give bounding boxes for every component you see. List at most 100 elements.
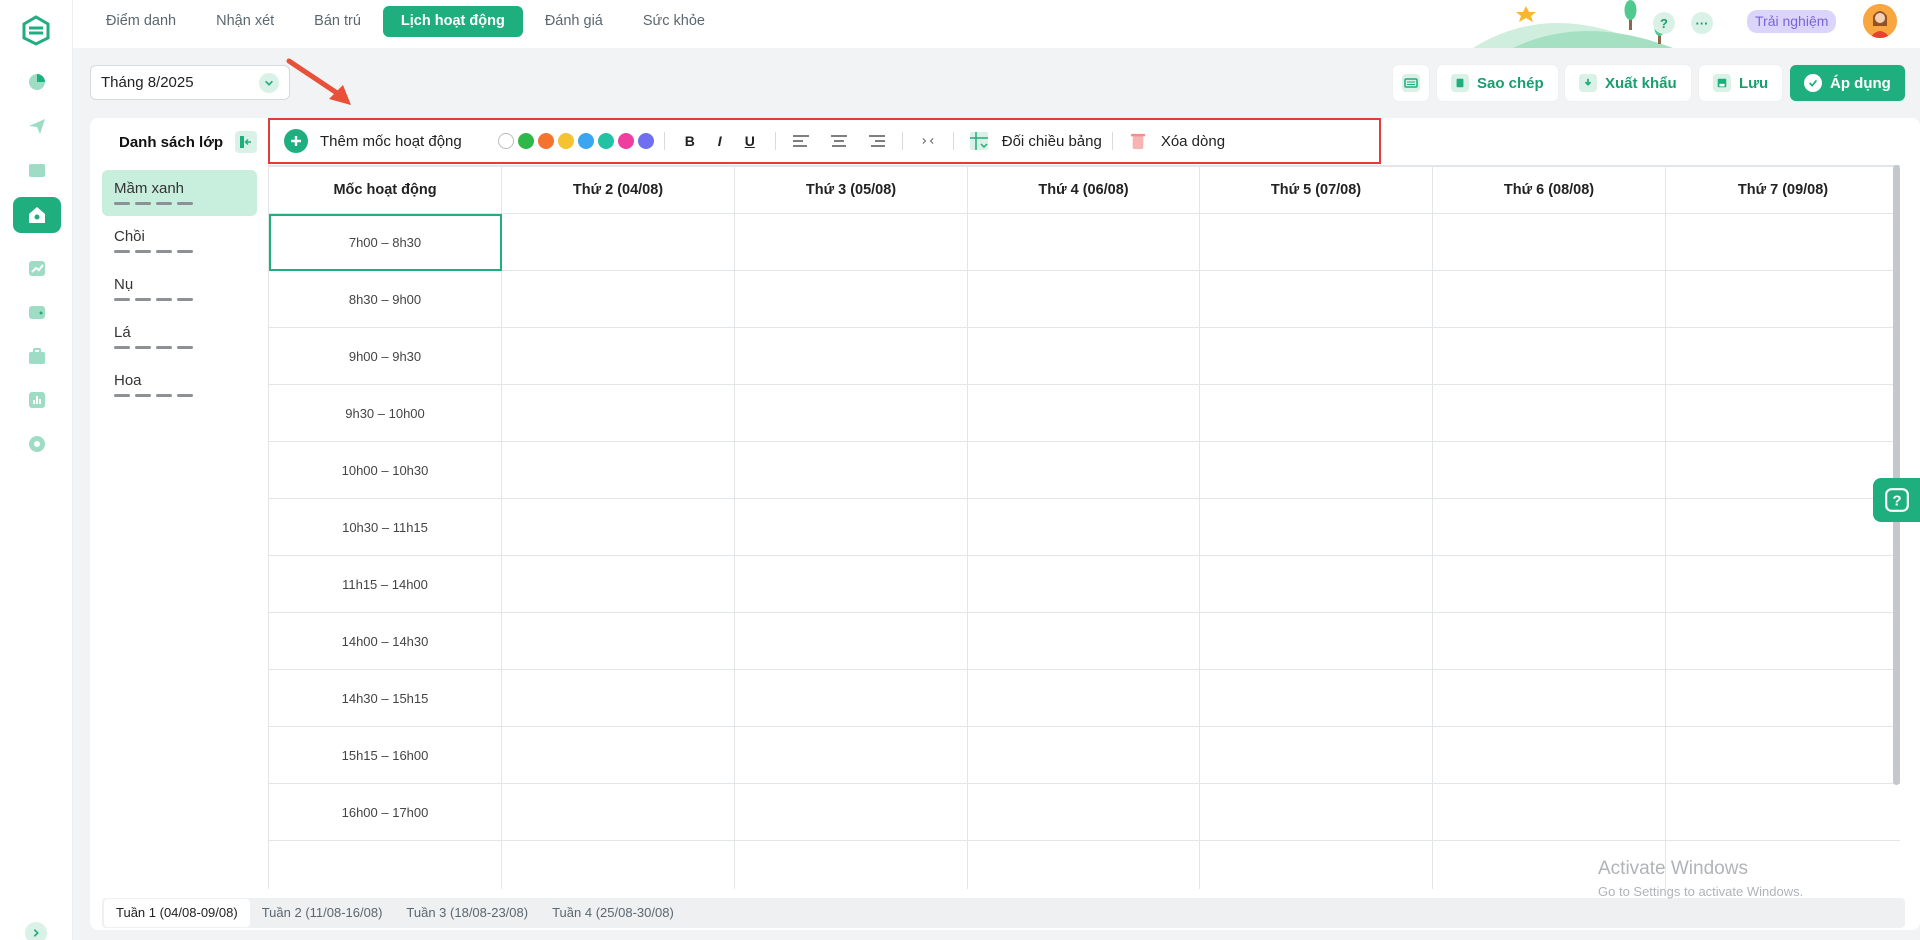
folder-icon[interactable] (13, 152, 61, 188)
time-cell[interactable]: 10h00 – 10h30 (268, 441, 502, 499)
activity-cell[interactable] (501, 840, 735, 889)
avatar[interactable] (1863, 4, 1897, 38)
time-cell[interactable]: 8h30 – 9h00 (268, 270, 502, 328)
chart-trend-icon[interactable] (13, 250, 61, 286)
activity-cell[interactable] (1665, 327, 1900, 385)
activity-cell[interactable] (1665, 384, 1900, 442)
activity-cell[interactable] (967, 384, 1200, 442)
briefcase-icon[interactable] (13, 338, 61, 374)
activity-cell[interactable] (1199, 783, 1433, 841)
vertical-scrollbar[interactable] (1893, 165, 1900, 785)
activity-cell[interactable] (1199, 669, 1433, 727)
activity-cell[interactable] (501, 783, 735, 841)
activity-cell[interactable] (1432, 498, 1666, 556)
color-swatch-blue[interactable] (577, 133, 594, 149)
copy-button[interactable]: Sao chép (1437, 65, 1558, 101)
time-cell[interactable]: 15h15 – 16h00 (268, 726, 502, 784)
tab-nhan-xet[interactable]: Nhận xét (198, 6, 292, 37)
activity-cell[interactable] (734, 441, 968, 499)
activity-cell[interactable] (1665, 726, 1900, 784)
activity-cell[interactable] (967, 270, 1200, 328)
color-swatch-green[interactable] (517, 133, 534, 149)
activity-cell[interactable] (734, 840, 968, 889)
activity-cell[interactable] (501, 327, 735, 385)
time-cell[interactable]: 14h30 – 15h15 (268, 669, 502, 727)
activity-cell[interactable] (1199, 213, 1433, 271)
class-item-la[interactable]: Lá (102, 314, 257, 360)
swap-table-icon[interactable] (966, 128, 992, 154)
bar-chart-icon[interactable] (13, 382, 61, 418)
color-swatch-teal[interactable] (597, 133, 614, 149)
tab-danh-gia[interactable]: Đánh giá (527, 6, 621, 37)
app-logo-icon[interactable] (18, 12, 54, 48)
expand-sidebar-icon[interactable] (25, 922, 47, 940)
activity-cell[interactable] (501, 555, 735, 613)
week-tab[interactable]: Tuần 2 (11/08-16/08) (250, 899, 395, 927)
activity-cell[interactable] (1432, 726, 1666, 784)
activity-cell[interactable] (1665, 270, 1900, 328)
activity-cell[interactable] (1665, 498, 1900, 556)
tab-diem-danh[interactable]: Điểm danh (88, 6, 194, 37)
activity-cell[interactable] (967, 327, 1200, 385)
activity-cell[interactable] (1432, 612, 1666, 670)
activity-cell[interactable] (967, 213, 1200, 271)
time-cell[interactable]: 11h15 – 14h00 (268, 555, 502, 613)
add-activity-icon[interactable] (284, 129, 308, 153)
activity-cell[interactable] (967, 783, 1200, 841)
activity-cell[interactable] (1432, 270, 1666, 328)
time-cell[interactable]: 9h00 – 9h30 (268, 327, 502, 385)
activity-cell[interactable] (501, 726, 735, 784)
activity-cell[interactable] (734, 726, 968, 784)
activity-cell[interactable] (967, 612, 1200, 670)
activity-cell[interactable] (1432, 555, 1666, 613)
activity-cell[interactable] (734, 612, 968, 670)
activity-cell[interactable] (501, 612, 735, 670)
underline-button[interactable]: U (737, 128, 763, 154)
week-tab[interactable]: Tuần 4 (25/08-30/08) (540, 899, 686, 927)
activity-cell[interactable] (1199, 555, 1433, 613)
help-icon[interactable]: ? (1653, 12, 1675, 34)
week-tab[interactable]: Tuần 3 (18/08-23/08) (394, 899, 540, 927)
activity-cell[interactable] (734, 270, 968, 328)
add-activity-button[interactable]: Thêm mốc hoạt động (320, 133, 462, 150)
activity-cell[interactable] (1199, 840, 1433, 889)
swap-table-button[interactable]: Đối chiều bảng (1002, 133, 1102, 150)
class-item-choi[interactable]: Chồi (102, 218, 257, 264)
more-icon[interactable]: ··· (1691, 12, 1713, 34)
activity-cell[interactable] (1432, 783, 1666, 841)
week-tab[interactable]: Tuần 1 (04/08-09/08) (104, 899, 250, 927)
activity-cell[interactable] (967, 498, 1200, 556)
trial-badge[interactable]: Trải nghiệm (1747, 10, 1837, 33)
color-swatch-white[interactable] (497, 133, 514, 149)
collapse-sidebar-icon[interactable] (235, 131, 257, 153)
activity-cell[interactable] (1199, 327, 1433, 385)
month-select[interactable]: Tháng 8/2025 (90, 65, 290, 100)
activity-cell[interactable] (501, 441, 735, 499)
activity-cell[interactable] (501, 498, 735, 556)
time-cell[interactable]: 14h00 – 14h30 (268, 612, 502, 670)
activity-cell[interactable] (1432, 327, 1666, 385)
time-cell[interactable]: 16h00 – 17h00 (268, 783, 502, 841)
class-item-nu[interactable]: Nụ (102, 266, 257, 312)
activity-cell[interactable] (1665, 783, 1900, 841)
italic-button[interactable]: I (707, 128, 733, 154)
collapse-columns-icon[interactable] (915, 128, 941, 154)
activity-cell[interactable] (501, 270, 735, 328)
align-left-icon[interactable] (788, 128, 814, 154)
activity-cell[interactable] (501, 669, 735, 727)
activity-cell[interactable] (501, 384, 735, 442)
activity-cell[interactable] (967, 726, 1200, 784)
export-button[interactable]: Xuất khẩu (1565, 65, 1691, 101)
keyboard-button[interactable] (1393, 65, 1429, 101)
activity-cell[interactable] (1199, 498, 1433, 556)
activity-cell[interactable] (1199, 384, 1433, 442)
tab-suc-khoe[interactable]: Sức khỏe (625, 6, 723, 37)
activity-cell[interactable] (1199, 726, 1433, 784)
align-right-icon[interactable] (864, 128, 890, 154)
color-swatch-yellow[interactable] (557, 133, 574, 149)
activity-cell[interactable] (1199, 270, 1433, 328)
activity-cell[interactable] (734, 669, 968, 727)
save-button[interactable]: Lưu (1699, 65, 1783, 101)
tab-ban-tru[interactable]: Bán trú (296, 6, 379, 37)
settings-icon[interactable] (13, 426, 61, 462)
